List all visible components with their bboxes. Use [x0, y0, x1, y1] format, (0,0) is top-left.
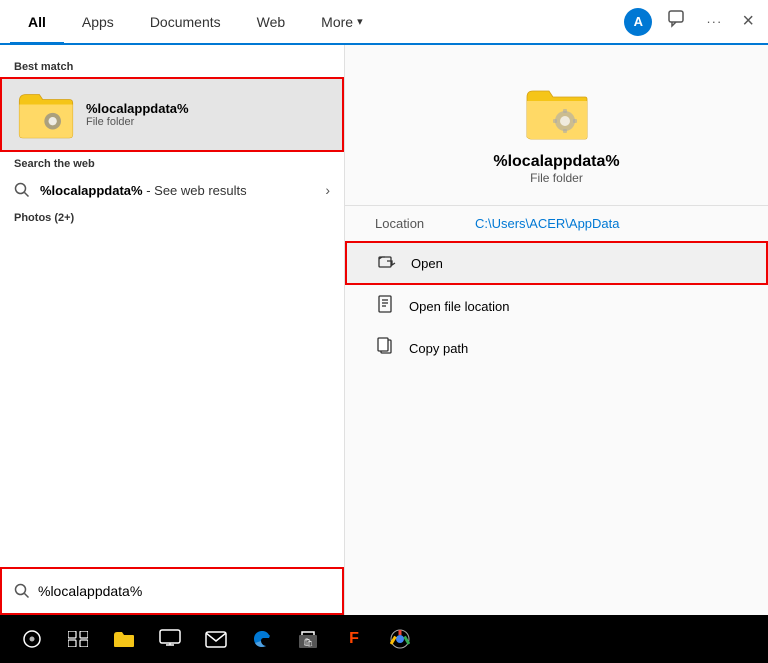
- right-folder-sub: File folder: [493, 171, 619, 185]
- taskbar: 🛍 F: [0, 615, 768, 663]
- taskbar-mail-button[interactable]: [196, 619, 236, 659]
- tab-web[interactable]: Web: [239, 0, 304, 44]
- open-file-location-button[interactable]: Open file location: [345, 285, 768, 327]
- search-icon-bottom: [14, 583, 30, 599]
- left-panel: Best match %localappdata% File folder: [0, 45, 345, 615]
- taskbar-design-button[interactable]: F: [334, 619, 374, 659]
- open-label: Open: [411, 256, 443, 271]
- avatar[interactable]: A: [624, 8, 652, 36]
- result-text: %localappdata% File folder: [86, 101, 189, 128]
- best-match-item[interactable]: %localappdata% File folder: [0, 77, 344, 152]
- result-title: %localappdata%: [86, 101, 189, 116]
- location-value[interactable]: C:\Users\ACER\AppData: [475, 216, 620, 231]
- feedback-icon[interactable]: [664, 6, 690, 37]
- copy-path-button[interactable]: Copy path: [345, 327, 768, 369]
- location-label: Location: [375, 216, 455, 231]
- taskbar-store-button[interactable]: 🛍: [288, 619, 328, 659]
- tab-apps[interactable]: Apps: [64, 0, 132, 44]
- open-icon: [377, 253, 397, 273]
- close-icon[interactable]: ×: [738, 6, 758, 37]
- copy-path-label: Copy path: [409, 341, 468, 356]
- open-file-location-icon: [375, 295, 395, 317]
- open-button[interactable]: Open: [345, 241, 768, 285]
- right-folder-title: %localappdata%: [493, 153, 619, 171]
- photos-label: Photos (2+): [0, 206, 344, 228]
- taskbar-chrome-button[interactable]: [380, 619, 420, 659]
- search-bar: [0, 567, 344, 615]
- svg-text:🛍: 🛍: [303, 638, 313, 647]
- open-file-location-label: Open file location: [409, 299, 509, 314]
- taskbar-edge-button[interactable]: [242, 619, 282, 659]
- nav-right: A ··· ×: [624, 6, 758, 37]
- taskbar-taskview-button[interactable]: [58, 619, 98, 659]
- right-panel: %localappdata% File folder Location C:\U…: [345, 45, 768, 615]
- right-actions: Open Open file location: [345, 241, 768, 369]
- location-row: Location C:\Users\ACER\AppData: [345, 205, 768, 241]
- top-nav: All Apps Documents Web More ▾ A: [0, 0, 768, 45]
- large-folder-icon: [525, 85, 589, 143]
- search-icon: [14, 182, 30, 198]
- chevron-down-icon: ▾: [357, 15, 363, 28]
- search-web-label: Search the web: [0, 152, 344, 174]
- tab-all[interactable]: All: [10, 0, 64, 44]
- search-results: Best match %localappdata% File folder: [0, 45, 344, 567]
- web-search-item[interactable]: %localappdata% - See web results ›: [0, 174, 344, 206]
- right-header: %localappdata% File folder: [345, 65, 768, 205]
- content-area: Best match %localappdata% File folder: [0, 45, 768, 615]
- tab-documents[interactable]: Documents: [132, 0, 239, 44]
- ellipsis-icon[interactable]: ···: [702, 9, 726, 35]
- taskbar-search-button[interactable]: [12, 619, 52, 659]
- result-subtitle: File folder: [86, 116, 189, 128]
- chevron-right-icon: ›: [325, 182, 330, 198]
- folder-icon: [16, 87, 76, 142]
- taskbar-computer-button[interactable]: [150, 619, 190, 659]
- web-search-text: %localappdata% - See web results: [40, 183, 247, 198]
- tab-more[interactable]: More ▾: [303, 0, 380, 44]
- best-match-label: Best match: [0, 55, 344, 77]
- copy-path-icon: [375, 337, 395, 359]
- search-input[interactable]: [38, 583, 330, 599]
- taskbar-explorer-button[interactable]: [104, 619, 144, 659]
